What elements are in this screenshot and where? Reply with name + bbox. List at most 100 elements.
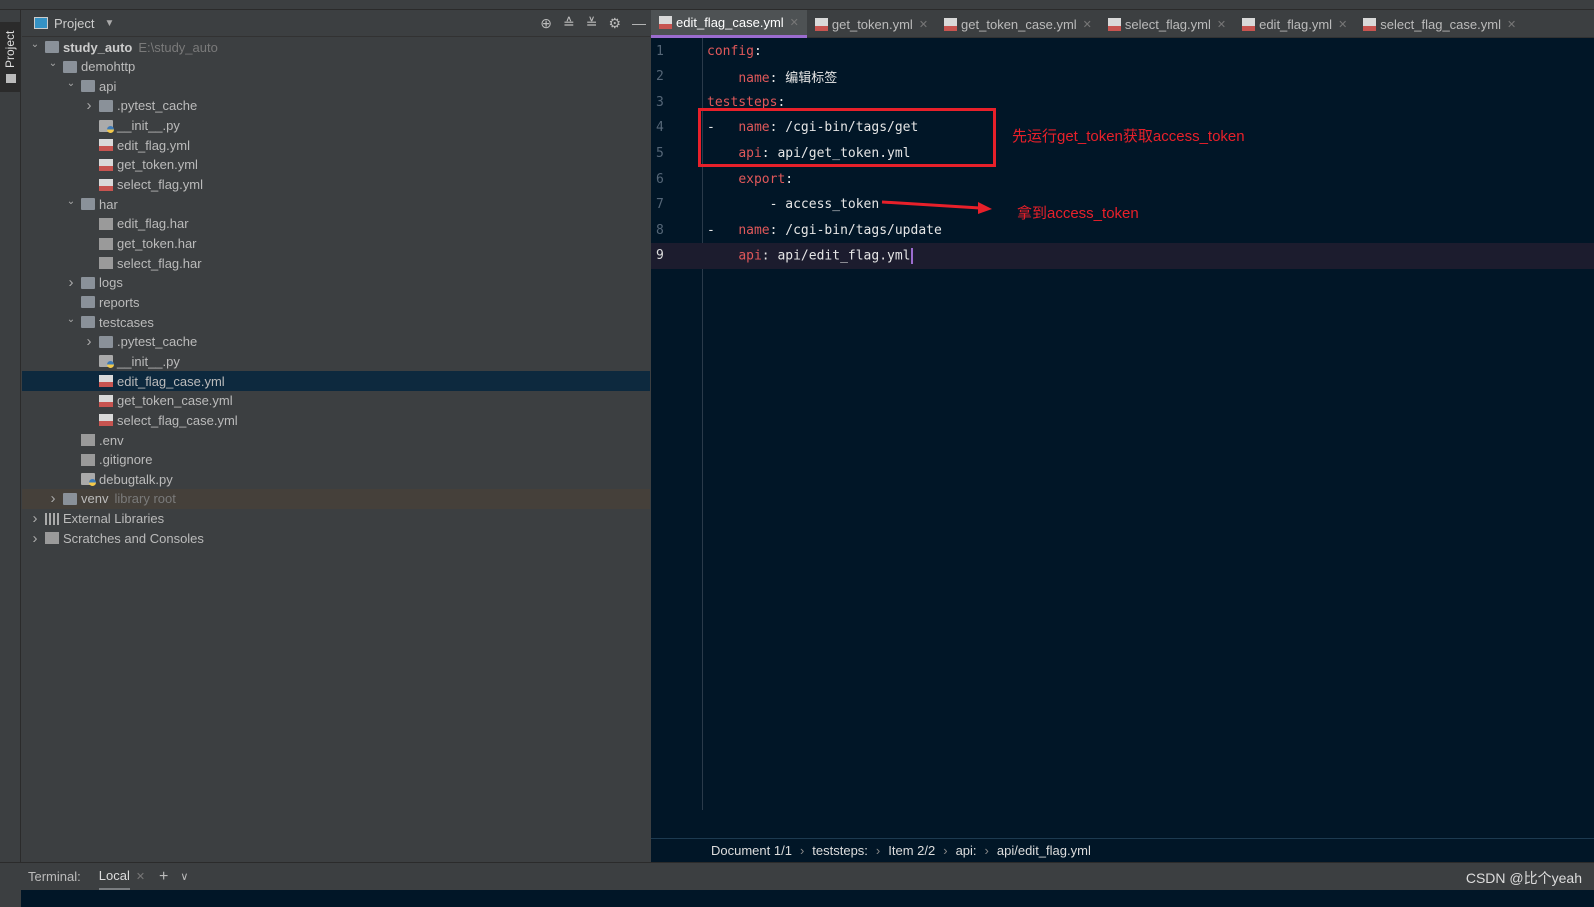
py-file-icon [81,473,96,487]
folder-file-icon [45,41,59,53]
close-icon[interactable]: ✕ [919,18,928,31]
tree-item[interactable]: select_flag.yml [22,175,650,195]
chevron-right-icon[interactable]: › [28,510,42,527]
har-file-icon [99,257,113,270]
tree-item-label: get_token_case.yml [117,393,233,409]
minimize-icon[interactable]: — [632,15,646,32]
tree-item[interactable]: edit_flag.har [22,214,650,234]
chevron-right-icon[interactable]: › [82,97,96,114]
tree-item-label: get_token.yml [117,157,198,173]
breadcrumb-item[interactable]: Document 1/1 [711,843,792,858]
yml-file-icon [659,16,672,29]
py-file-icon [99,355,114,369]
breadcrumb-item[interactable]: teststeps: [812,843,868,858]
tree-item[interactable]: › .pytest_cache [22,96,650,116]
editor-tab[interactable]: edit_flag_case.yml ✕ [651,10,807,38]
terminal-tab-local[interactable]: Local [98,863,130,891]
tree-item[interactable]: .gitignore [22,450,650,470]
chevron-down-icon[interactable]: ⌄ [64,78,78,89]
close-icon[interactable]: ✕ [790,16,799,29]
chevron-right-icon[interactable]: › [28,530,42,547]
tree-item[interactable]: › logs [22,273,650,293]
folder-file-icon [63,60,77,73]
lib-file-icon [45,512,59,525]
tree-item[interactable]: › venv library root [22,488,650,509]
annotation-arrow [881,200,992,214]
chevron-right-icon[interactable]: › [82,333,96,350]
chevron-down-icon[interactable]: ⌄ [64,314,78,325]
tree-item[interactable]: debugtalk.py [22,469,650,489]
close-icon[interactable]: ✕ [136,870,145,883]
close-icon[interactable]: ✕ [1217,18,1226,31]
editor-tab[interactable]: select_flag.yml ✕ [1100,10,1234,38]
tree-item-label: reports [99,294,140,310]
folder-file-icon [81,80,95,93]
folder-file-icon [81,296,95,309]
tree-item[interactable]: get_token.yml [22,155,650,175]
yml-file-icon [99,139,113,152]
tree-item[interactable]: ⌄ testcases [22,312,650,332]
tree-item[interactable]: __init__.py [22,351,650,371]
breadcrumb-item[interactable]: api: [956,843,977,858]
tree-item[interactable]: › Scratches and Consoles [22,528,650,548]
tree-item[interactable]: edit_flag.yml [22,135,650,155]
add-terminal-icon[interactable]: + [159,868,168,886]
folder-file-icon [81,276,95,289]
close-icon[interactable]: ✕ [1338,18,1347,31]
breadcrumb-item[interactable]: Item 2/2 [888,843,935,858]
tree-item[interactable]: ⌄ har [22,194,650,214]
tree-item[interactable]: select_flag.har [22,253,650,273]
annotation-arrow-note: 拿到access_token [1017,205,1139,222]
tree-item-label: get_token.har [117,236,197,251]
editor-tab[interactable]: get_token_case.yml ✕ [936,10,1100,38]
chevron-down-icon[interactable]: ⌄ [64,196,78,207]
line-number: 3 [656,94,664,110]
expand-all-icon[interactable]: ≙ [563,15,575,32]
tree-item-label: .pytest_cache [117,98,198,114]
tree-item[interactable]: ⌄ demohttp [22,57,650,77]
tree-item-label: logs [99,275,123,291]
tree-item[interactable]: .env [22,430,650,450]
project-view-selector[interactable]: Project [54,16,94,31]
line-number: 2 [656,69,664,85]
tree-item[interactable]: › External Libraries [22,509,650,529]
chevron-down-icon[interactable]: ⌄ [46,58,60,69]
yml-file-icon [99,414,113,427]
close-icon[interactable]: ✕ [1507,18,1516,31]
chevron-right-icon: › [943,843,948,858]
tree-item[interactable]: get_token_case.yml [22,391,650,411]
file-file-icon [81,453,95,466]
editor-tab[interactable]: get_token.yml ✕ [807,10,936,38]
chevron-down-icon[interactable]: ▼ [104,18,114,29]
tree-item-label: select_flag.har [117,255,202,271]
breadcrumb-item[interactable]: api/edit_flag.yml [997,843,1091,858]
tree-item[interactable]: reports [22,292,650,312]
locate-icon[interactable]: ⊕ [540,15,552,32]
project-tool-tab[interactable]: Project [0,22,21,92]
editor-tab[interactable]: select_flag_case.yml ✕ [1355,10,1524,38]
tree-item-label: testcases [99,314,154,330]
har-file-icon [99,237,113,250]
tree-item[interactable]: edit_flag_case.yml [22,371,650,392]
tree-item[interactable]: get_token.har [22,234,650,254]
chevron-down-icon[interactable]: ∨ [180,870,188,883]
yaml-value: /cgi-bin/tags/update [785,222,942,238]
chevron-right-icon[interactable]: › [46,490,60,507]
line-number: 4 [656,120,664,136]
tree-item[interactable]: ⌄ api [22,76,650,96]
editor-tab[interactable]: edit_flag.yml ✕ [1234,10,1355,38]
close-icon[interactable]: ✕ [1083,18,1092,31]
tree-item[interactable]: ⌄ study_auto E:\study_auto [22,37,650,57]
annotation-box-note: 先运行get_token获取access_token [1012,128,1245,145]
terminal-area[interactable] [0,890,1594,907]
tree-item[interactable]: select_flag_case.yml [22,410,650,430]
editor-tab-label: get_token.yml [831,16,913,32]
chevron-down-icon[interactable]: ⌄ [28,39,42,50]
gear-icon[interactable]: ⚙ [608,15,621,32]
code-text: config: [707,43,762,59]
tree-item[interactable]: __init__.py [22,116,650,136]
line-number: 8 [656,222,664,238]
chevron-right-icon[interactable]: › [64,274,78,291]
tree-item[interactable]: › .pytest_cache [22,332,650,352]
collapse-all-icon[interactable]: ≚ [586,15,598,32]
